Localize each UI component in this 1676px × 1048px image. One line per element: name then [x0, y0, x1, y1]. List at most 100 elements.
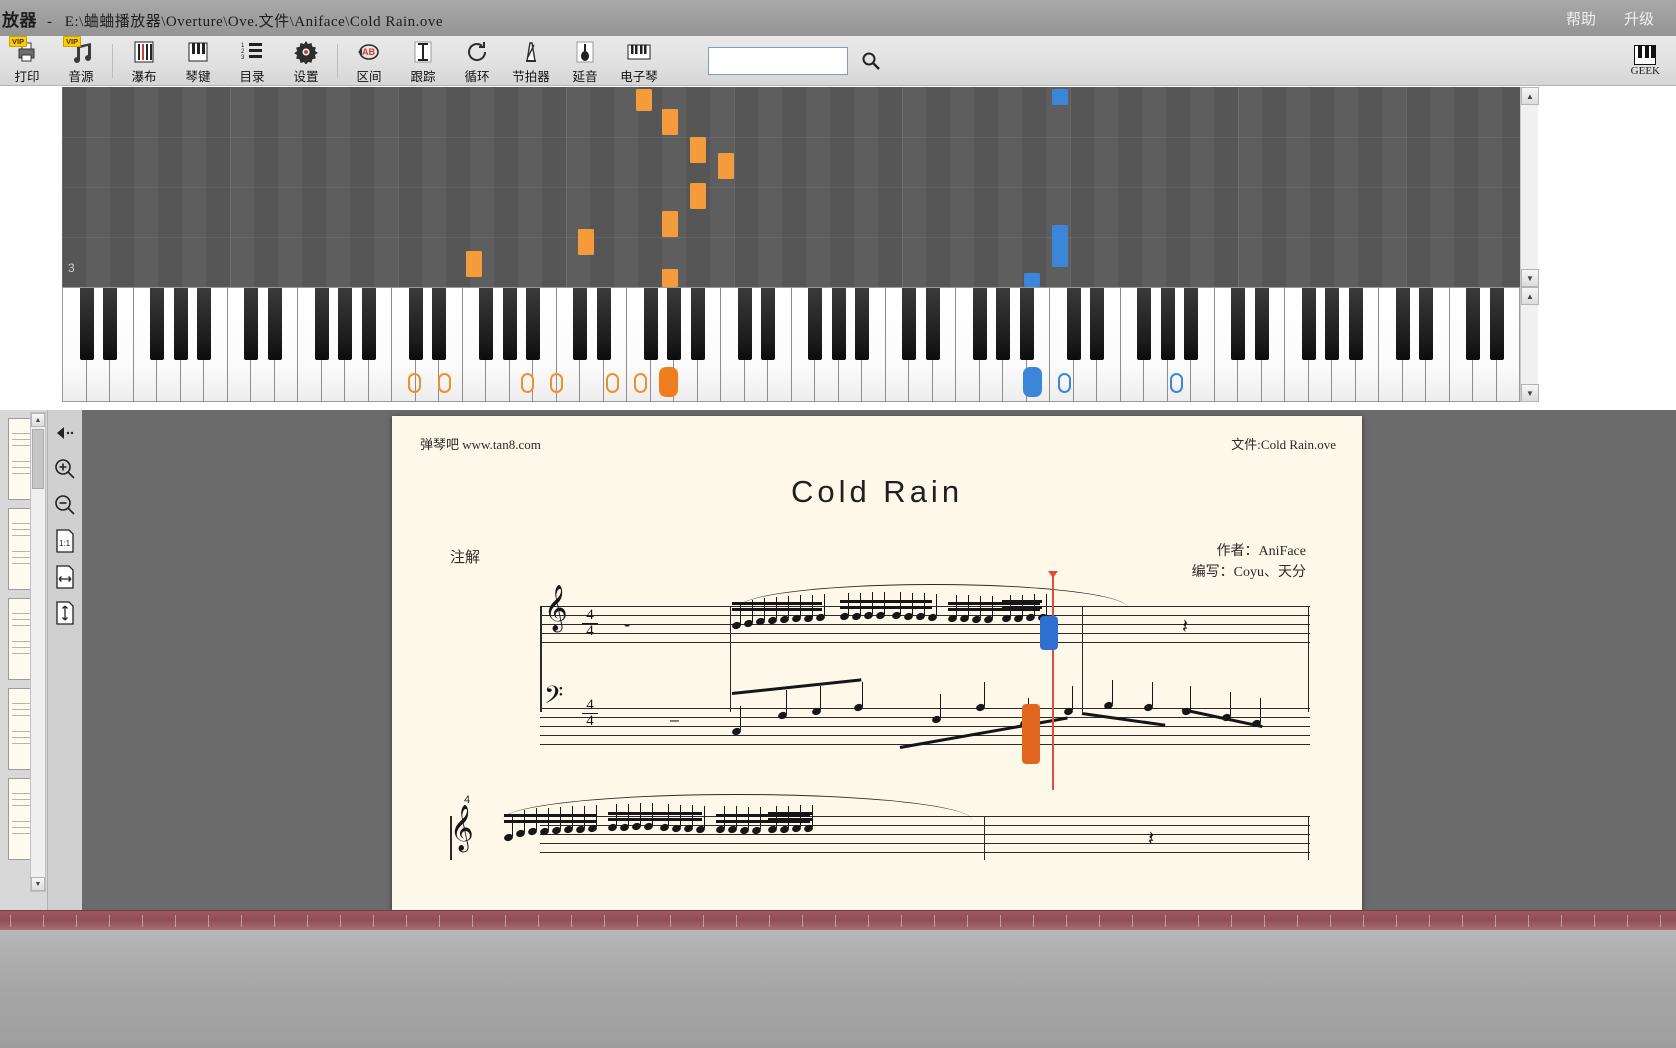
black-key[interactable] — [573, 288, 587, 360]
black-key[interactable] — [996, 288, 1010, 360]
thumbnail-scrollbar[interactable]: ▲ ▼ — [30, 412, 46, 892]
beam — [504, 814, 596, 818]
actual-size-icon[interactable]: 1:1 — [52, 528, 78, 554]
black-key[interactable] — [972, 288, 987, 360]
toolbar-button-ab-range[interactable]: AB 区间 — [342, 37, 396, 85]
black-key[interactable] — [361, 288, 376, 360]
black-key[interactable] — [1419, 288, 1433, 360]
black-key[interactable] — [855, 288, 869, 360]
note-stem — [1152, 682, 1154, 706]
toolbar-button-settings[interactable]: 设置 — [279, 37, 333, 85]
black-key[interactable] — [643, 288, 658, 360]
kb-scroll-down-icon[interactable]: ▼ — [1521, 384, 1539, 402]
black-key[interactable] — [761, 288, 775, 360]
measure-number: 4 — [464, 794, 471, 806]
note-stem — [536, 808, 538, 830]
ruler-tick — [703, 915, 704, 927]
window-title: 放器 - E:\蛐蛐播放器\Overture\Ove.文件\Aniface\Col… — [0, 6, 443, 31]
menu-item-help[interactable]: 帮助 — [1566, 8, 1596, 29]
toolbar-button-sustain[interactable]: 延音 — [558, 37, 612, 85]
piano-roll-waterfall[interactable]: 3 — [62, 87, 1520, 287]
thumb-scroll-handle[interactable] — [32, 429, 44, 489]
beam — [608, 818, 702, 822]
black-key[interactable] — [408, 288, 423, 360]
ruler-tick — [1165, 915, 1166, 927]
black-key[interactable] — [902, 288, 916, 360]
roll-note — [1052, 89, 1068, 105]
ruler-tick — [736, 915, 737, 927]
toolbar-button-track[interactable]: 跟踪 — [396, 37, 450, 85]
black-key[interactable] — [1184, 288, 1198, 360]
black-key[interactable] — [150, 288, 164, 360]
black-key[interactable] — [808, 288, 822, 360]
black-key[interactable] — [479, 288, 493, 360]
black-key[interactable] — [1325, 288, 1339, 360]
ruler-tick — [76, 915, 77, 927]
piano-keyboard[interactable] — [62, 287, 1520, 402]
black-key[interactable] — [314, 288, 329, 360]
black-key[interactable] — [267, 288, 282, 360]
quarter-rest: 𝄽 — [1182, 616, 1189, 638]
toolbar-button-sound-source[interactable]: VIP 音源 — [54, 35, 108, 85]
black-key[interactable] — [526, 288, 540, 360]
black-key[interactable] — [737, 288, 752, 360]
keyboard-scrollbar[interactable]: ▲ ▼ — [1520, 287, 1539, 402]
black-key[interactable] — [103, 288, 117, 360]
black-key[interactable] — [338, 288, 352, 360]
thumb-scroll-down-icon[interactable]: ▼ — [31, 877, 45, 891]
fit-width-icon[interactable] — [52, 564, 78, 590]
black-key[interactable] — [1395, 288, 1410, 360]
toolbar-button-catalog[interactable]: 123 目录 — [225, 37, 279, 85]
black-key[interactable] — [1090, 288, 1104, 360]
scroll-up-icon[interactable]: ▲ — [1521, 87, 1539, 105]
ruler-tick — [967, 915, 968, 927]
piano-roll-scrollbar[interactable]: ▲ ▼ — [1520, 87, 1539, 287]
score-page[interactable]: 弹琴吧 www.tan8.com 文件:Cold Rain.ove Cold R… — [392, 416, 1362, 910]
black-key[interactable] — [173, 288, 188, 360]
zoom-in-icon[interactable] — [52, 456, 78, 482]
black-key[interactable] — [1489, 288, 1504, 360]
toolbar-label: 循环 — [464, 69, 490, 84]
black-key[interactable] — [1301, 288, 1316, 360]
black-key[interactable] — [197, 288, 211, 360]
search-input[interactable] — [708, 46, 848, 75]
black-key[interactable] — [1137, 288, 1151, 360]
black-key[interactable] — [596, 288, 611, 360]
black-key[interactable] — [831, 288, 846, 360]
progress-ruler[interactable] — [0, 910, 1676, 930]
black-key[interactable] — [1254, 288, 1269, 360]
black-key[interactable] — [690, 288, 705, 360]
toolbar-button-loop[interactable]: 循环 — [450, 37, 504, 85]
collapse-panel-icon[interactable] — [52, 420, 78, 446]
kb-scroll-up-icon[interactable]: ▲ — [1521, 287, 1539, 305]
black-key[interactable] — [432, 288, 446, 360]
ruler-tick — [901, 915, 902, 927]
black-key[interactable] — [925, 288, 940, 360]
menu-item-upgrade[interactable]: 升级 — [1624, 8, 1654, 29]
black-key[interactable] — [667, 288, 681, 360]
ruler-tick — [373, 915, 374, 927]
black-key[interactable] — [1019, 288, 1034, 360]
score-viewport[interactable]: 弹琴吧 www.tan8.com 文件:Cold Rain.ove Cold R… — [82, 410, 1676, 910]
black-key[interactable] — [1348, 288, 1363, 360]
black-key[interactable] — [1160, 288, 1175, 360]
toolbar-button-waterfall[interactable]: 瀑布 — [117, 37, 171, 85]
toolbar-button-electric-piano[interactable]: 电子琴 — [612, 37, 666, 85]
toolbar-button-metronome[interactable]: 节拍器 — [504, 37, 558, 85]
score-page-header: 弹琴吧 www.tan8.com 文件:Cold Rain.ove — [420, 434, 1336, 453]
black-key[interactable] — [1466, 288, 1480, 360]
zoom-out-icon[interactable] — [52, 492, 78, 518]
search-icon[interactable] — [856, 46, 886, 76]
scroll-down-icon[interactable]: ▼ — [1521, 269, 1539, 287]
toolbar-button-keys[interactable]: 琴键 — [171, 37, 225, 85]
black-key[interactable] — [244, 288, 258, 360]
black-key[interactable] — [79, 288, 94, 360]
black-key[interactable] — [1231, 288, 1245, 360]
fit-height-icon[interactable] — [52, 600, 78, 626]
thumb-scroll-up-icon[interactable]: ▲ — [31, 413, 45, 427]
ruler-tick — [769, 915, 770, 927]
black-key[interactable] — [502, 288, 517, 360]
black-key[interactable] — [1066, 288, 1081, 360]
geek-button[interactable]: GEEK — [1631, 44, 1660, 77]
toolbar-button-print[interactable]: VIP 打印 — [0, 35, 54, 85]
